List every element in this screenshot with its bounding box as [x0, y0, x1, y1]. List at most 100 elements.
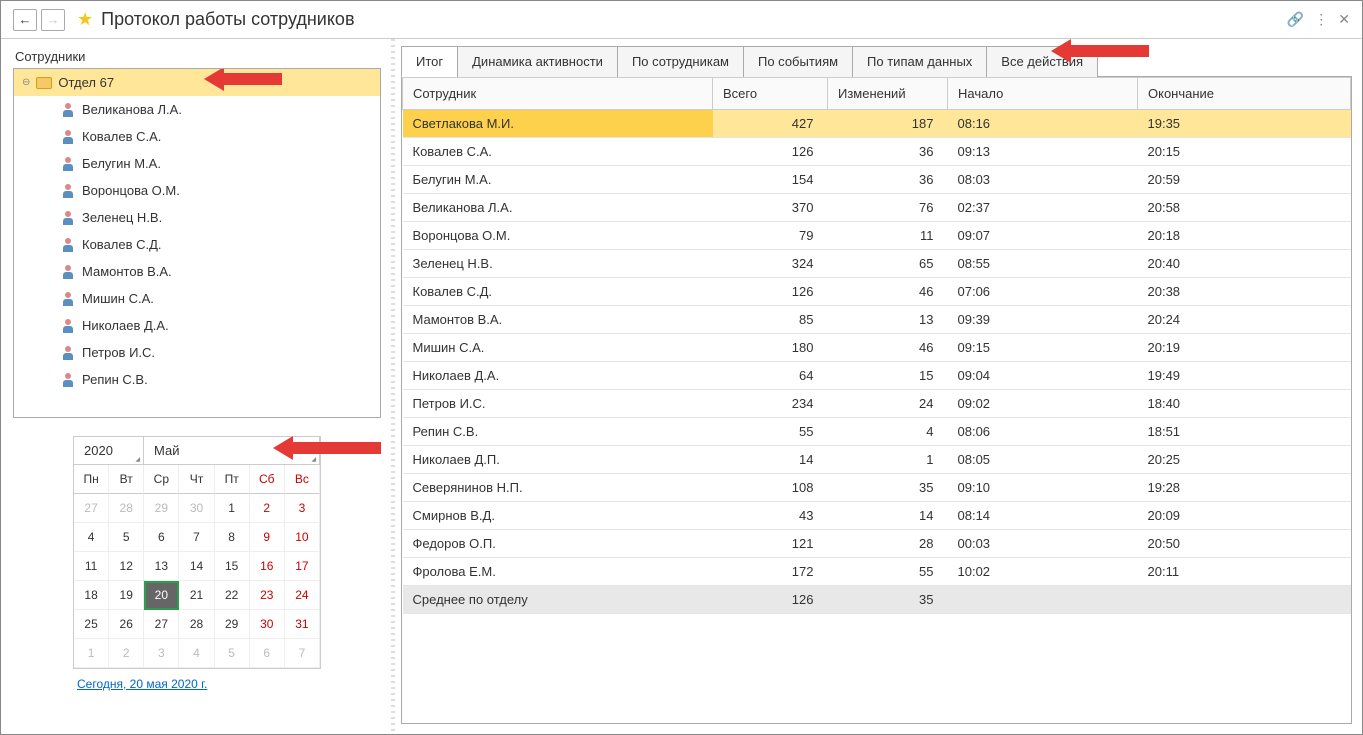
calendar-day[interactable]: 25 — [74, 610, 109, 639]
table-row[interactable]: Смирнов В.Д.431408:1420:09 — [403, 502, 1351, 530]
cell-start: 08:55 — [948, 250, 1138, 278]
more-icon[interactable]: ⋮ — [1314, 11, 1328, 28]
table-row[interactable]: Ковалев С.Д.1264607:0620:38 — [403, 278, 1351, 306]
calendar-day[interactable]: 3 — [144, 639, 179, 668]
calendar-day[interactable]: 5 — [109, 523, 144, 552]
tree-employee[interactable]: Мишин С.А. — [14, 285, 380, 312]
tree-employee[interactable]: Воронцова О.М. — [14, 177, 380, 204]
calendar-day[interactable]: 6 — [144, 523, 179, 552]
calendar-day[interactable]: 27 — [74, 494, 109, 523]
column-header[interactable]: Изменений — [828, 78, 948, 110]
calendar-day[interactable]: 23 — [250, 581, 285, 610]
tab[interactable]: По типам данных — [852, 46, 987, 77]
tab[interactable]: Все действия — [986, 46, 1098, 77]
calendar-day[interactable]: 30 — [250, 610, 285, 639]
tab[interactable]: По событиям — [743, 46, 853, 77]
tree-employee[interactable]: Петров И.С. — [14, 339, 380, 366]
calendar-day[interactable]: 20 — [144, 581, 179, 610]
column-header[interactable]: Начало — [948, 78, 1138, 110]
calendar-day[interactable]: 1 — [215, 494, 250, 523]
calendar-day[interactable]: 29 — [144, 494, 179, 523]
calendar-day[interactable]: 29 — [215, 610, 250, 639]
star-icon[interactable]: ★ — [77, 9, 93, 30]
calendar-day[interactable]: 10 — [285, 523, 320, 552]
tree-employee[interactable]: Николаев Д.А. — [14, 312, 380, 339]
month-select[interactable]: Май — [144, 437, 320, 464]
calendar-day[interactable]: 22 — [215, 581, 250, 610]
calendar-day[interactable]: 5 — [215, 639, 250, 668]
close-icon[interactable]: ✕ — [1338, 11, 1350, 28]
table-row[interactable]: Фролова Е.М.1725510:0220:11 — [403, 558, 1351, 586]
calendar-day[interactable]: 24 — [285, 581, 320, 610]
column-header[interactable]: Сотрудник — [403, 78, 713, 110]
tree-employee[interactable]: Белугин М.А. — [14, 150, 380, 177]
calendar-day[interactable]: 12 — [109, 552, 144, 581]
tree-employee[interactable]: Ковалев С.А. — [14, 123, 380, 150]
forward-button[interactable]: → — [41, 9, 65, 31]
calendar-day[interactable]: 31 — [285, 610, 320, 639]
table-row[interactable]: Петров И.С.2342409:0218:40 — [403, 390, 1351, 418]
calendar-day[interactable]: 4 — [74, 523, 109, 552]
today-link[interactable]: Сегодня, 20 мая 2020 г. — [73, 677, 381, 691]
back-button[interactable]: ← — [13, 9, 37, 31]
table-row[interactable]: Мамонтов В.А.851309:3920:24 — [403, 306, 1351, 334]
calendar-day[interactable]: 18 — [74, 581, 109, 610]
tree-employee[interactable]: Репин С.В. — [14, 366, 380, 393]
calendar-day[interactable]: 4 — [179, 639, 214, 668]
table-row[interactable]: Великанова Л.А.3707602:3720:58 — [403, 194, 1351, 222]
calendar-day[interactable]: 27 — [144, 610, 179, 639]
tab[interactable]: Итог — [401, 46, 458, 77]
link-icon[interactable]: 🔗 — [1287, 11, 1304, 28]
tree-employee[interactable]: Великанова Л.А. — [14, 96, 380, 123]
employee-name: Великанова Л.А. — [82, 102, 182, 117]
calendar-day[interactable]: 2 — [109, 639, 144, 668]
calendar-day[interactable]: 21 — [179, 581, 214, 610]
calendar-day[interactable]: 19 — [109, 581, 144, 610]
employee-tree[interactable]: ⊖ Отдел 67 Великанова Л.А. Ковалев С.А.Бе… — [13, 68, 381, 418]
tree-employee[interactable]: Мамонтов В.А. — [14, 258, 380, 285]
cell-chg: 15 — [828, 362, 948, 390]
column-header[interactable]: Окончание — [1138, 78, 1351, 110]
table-row[interactable]: Зеленец Н.В.3246508:5520:40 — [403, 250, 1351, 278]
cell-end: 20:59 — [1138, 166, 1351, 194]
collapse-icon[interactable]: ⊖ — [22, 77, 30, 88]
calendar-day[interactable]: 2 — [250, 494, 285, 523]
table-row[interactable]: Белугин М.А.1543608:0320:59 — [403, 166, 1351, 194]
calendar-day[interactable]: 26 — [109, 610, 144, 639]
cell-name: Северянинов Н.П. — [403, 474, 713, 502]
calendar-day[interactable]: 28 — [179, 610, 214, 639]
table-row[interactable]: Северянинов Н.П.1083509:1019:28 — [403, 474, 1351, 502]
calendar-day[interactable]: 30 — [179, 494, 214, 523]
cell-chg: 14 — [828, 502, 948, 530]
table-row[interactable]: Николаев Д.П.14108:0520:25 — [403, 446, 1351, 474]
table-row[interactable]: Николаев Д.А.641509:0419:49 — [403, 362, 1351, 390]
table-row[interactable]: Репин С.В.55408:0618:51 — [403, 418, 1351, 446]
calendar-day[interactable]: 17 — [285, 552, 320, 581]
tree-employee[interactable]: Ковалев С.Д. — [14, 231, 380, 258]
calendar-day[interactable]: 7 — [285, 639, 320, 668]
tree-employee[interactable]: Зеленец Н.В. — [14, 204, 380, 231]
calendar-day[interactable]: 28 — [109, 494, 144, 523]
calendar-day[interactable]: 3 — [285, 494, 320, 523]
column-header[interactable]: Всего — [713, 78, 828, 110]
table-row[interactable]: Ковалев С.А.1263609:1320:15 — [403, 138, 1351, 166]
tree-folder[interactable]: ⊖ Отдел 67 — [14, 69, 380, 96]
calendar-day[interactable]: 13 — [144, 552, 179, 581]
calendar-day[interactable]: 8 — [215, 523, 250, 552]
calendar-day[interactable]: 11 — [74, 552, 109, 581]
table-row[interactable]: Федоров О.П.1212800:0320:50 — [403, 530, 1351, 558]
calendar-day[interactable]: 15 — [215, 552, 250, 581]
calendar-day[interactable]: 14 — [179, 552, 214, 581]
tab[interactable]: Динамика активности — [457, 46, 618, 77]
table-row[interactable]: Воронцова О.М.791109:0720:18 — [403, 222, 1351, 250]
calendar-day[interactable]: 7 — [179, 523, 214, 552]
calendar-day[interactable]: 16 — [250, 552, 285, 581]
table-row[interactable]: Светлакова М.И.42718708:1619:35 — [403, 110, 1351, 138]
data-table[interactable]: СотрудникВсегоИзмененийНачалоОкончание С… — [402, 77, 1351, 614]
calendar-day[interactable]: 1 — [74, 639, 109, 668]
calendar-day[interactable]: 9 — [250, 523, 285, 552]
year-select[interactable]: 2020 — [74, 437, 144, 464]
calendar-day[interactable]: 6 — [250, 639, 285, 668]
table-row[interactable]: Мишин С.А.1804609:1520:19 — [403, 334, 1351, 362]
tab[interactable]: По сотрудникам — [617, 46, 744, 77]
